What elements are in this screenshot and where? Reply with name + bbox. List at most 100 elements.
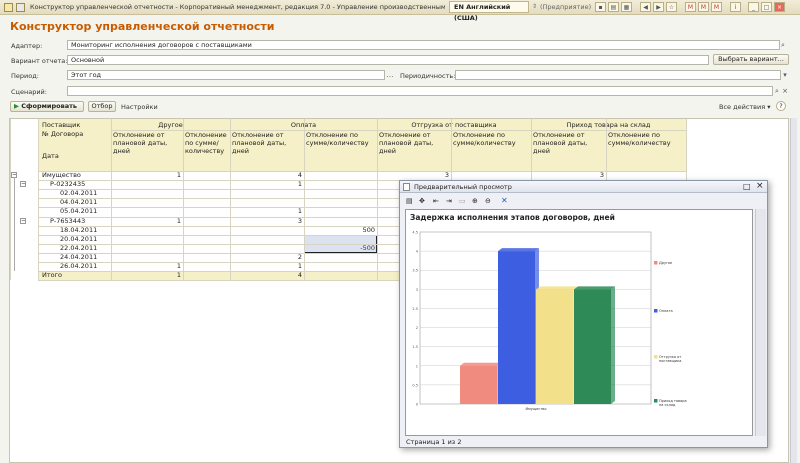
group-row-label: Р-0232435 bbox=[50, 180, 86, 189]
settings-link[interactable]: Настройки bbox=[121, 103, 158, 111]
updown-icon[interactable]: ⇕ bbox=[532, 3, 537, 10]
bar-top bbox=[498, 248, 539, 252]
bar-top bbox=[460, 362, 501, 366]
sub-header: Отклонение от плановой даты, дней bbox=[533, 131, 588, 155]
grid-line bbox=[111, 130, 686, 131]
table-cell: 1 bbox=[297, 180, 302, 189]
variant-label: Вариант отчета: bbox=[11, 57, 68, 65]
group-header: Отгрузка от поставщика bbox=[411, 121, 497, 129]
calendar-icon[interactable]: ▦ bbox=[621, 2, 632, 12]
scenario-clear-icon[interactable]: × bbox=[781, 87, 789, 95]
forward-icon[interactable]: ▶ bbox=[653, 2, 664, 12]
table-cell bbox=[304, 180, 377, 189]
table-cell bbox=[230, 244, 304, 253]
bar-1 bbox=[460, 365, 497, 404]
y-tick-label: 1 bbox=[416, 364, 418, 368]
info-icon[interactable]: i bbox=[730, 2, 741, 12]
app-icon bbox=[4, 3, 13, 12]
sub-header: Отклонение по сумме/количеству bbox=[453, 131, 516, 147]
table-cell bbox=[111, 253, 183, 262]
tree-line bbox=[14, 177, 15, 272]
period-label: Период: bbox=[11, 72, 39, 80]
table-cell bbox=[230, 235, 304, 244]
legend-label: поставщика bbox=[659, 359, 681, 363]
sub-header: Отклонение по сумме/количеству bbox=[306, 131, 369, 147]
period-select-icon[interactable]: … bbox=[386, 71, 394, 79]
preview-maximize-icon[interactable]: □ bbox=[743, 182, 751, 191]
language-indicator[interactable]: EN Английский (США) bbox=[449, 1, 529, 22]
table-cell bbox=[183, 262, 230, 271]
periodicity-field[interactable] bbox=[455, 70, 781, 80]
table-cell bbox=[304, 253, 377, 262]
filter-button[interactable]: Отбор bbox=[88, 101, 116, 112]
preview-close-icon[interactable]: × bbox=[756, 181, 764, 191]
total-cell: 1 bbox=[176, 271, 181, 280]
close-preview-icon[interactable]: ✕ bbox=[501, 196, 508, 205]
periodicity-dropdown-icon[interactable]: ▾ bbox=[781, 71, 789, 79]
table-cell bbox=[183, 171, 230, 180]
preview-titlebar[interactable]: Предварительный просмотр □ × bbox=[400, 181, 767, 193]
table-cell bbox=[304, 189, 377, 198]
period-field[interactable]: Этот год bbox=[67, 70, 385, 80]
adapter-search-icon[interactable]: ⌕ bbox=[779, 41, 787, 49]
page-first-icon[interactable]: ⇤ bbox=[433, 197, 439, 205]
minimize-icon[interactable]: _ bbox=[748, 2, 759, 12]
preview-toolbar: ▤ ✥ ⇤ ⇥ ▭ ⊕ ⊖ ✕ bbox=[400, 194, 767, 208]
table-cell: 1 bbox=[297, 262, 302, 270]
all-actions-menu[interactable]: Все действия ▾ bbox=[719, 103, 770, 111]
header-supplier: Поставщик bbox=[42, 121, 81, 129]
grid-line bbox=[38, 171, 686, 172]
move-icon[interactable]: ✥ bbox=[419, 197, 425, 205]
mem-minus-icon[interactable]: M bbox=[711, 2, 722, 12]
y-tick-label: 0 bbox=[416, 403, 418, 407]
group-row-label: Р-7653443 bbox=[50, 216, 86, 225]
back-icon[interactable]: ◀ bbox=[640, 2, 651, 12]
save-icon[interactable]: ▪ bbox=[595, 2, 606, 12]
legend-label: на склад bbox=[659, 403, 676, 407]
help-button[interactable]: ? bbox=[776, 101, 786, 111]
legend-swatch bbox=[654, 261, 658, 265]
maximize-icon[interactable]: □ bbox=[761, 2, 772, 12]
mem-icon[interactable]: M bbox=[685, 2, 696, 12]
grid-vertical-scrollbar[interactable] bbox=[790, 118, 797, 463]
scenario-label: Сценарий: bbox=[11, 88, 47, 96]
collapse-icon[interactable]: − bbox=[20, 181, 26, 188]
zoom-out-icon[interactable]: ⊖ bbox=[485, 197, 491, 205]
zoom-in-icon[interactable]: ⊕ bbox=[472, 197, 478, 205]
mem-plus-icon[interactable]: M bbox=[698, 2, 709, 12]
total-cell bbox=[304, 271, 377, 280]
adapter-field[interactable]: Мониторинг исполнения договоров с постав… bbox=[67, 40, 780, 50]
star-icon[interactable]: ☆ bbox=[666, 2, 677, 12]
close-icon[interactable]: × bbox=[774, 2, 785, 12]
scenario-field[interactable] bbox=[67, 86, 773, 96]
page-title: Конструктор управленческой отчетности bbox=[10, 20, 275, 33]
bar-side bbox=[611, 286, 615, 404]
sub-header: Отклонение по сумме/количеству bbox=[185, 131, 227, 155]
table-cell bbox=[304, 262, 377, 271]
adapter-label: Адаптер: bbox=[11, 42, 43, 50]
bar-4 bbox=[574, 289, 611, 404]
window-title: Конструктор управленческой отчетности - … bbox=[30, 3, 445, 11]
legend-label: Оплата bbox=[659, 309, 673, 313]
scenario-search-icon[interactable]: ⌕ bbox=[773, 87, 781, 95]
table-cell bbox=[183, 244, 230, 253]
print-icon[interactable]: ▤ bbox=[608, 2, 619, 12]
table-cell bbox=[183, 253, 230, 262]
variant-field[interactable]: Основной bbox=[67, 55, 709, 65]
table-cell bbox=[111, 226, 183, 235]
preview-window[interactable]: Предварительный просмотр □ × ▤ ✥ ⇤ ⇥ ▭ ⊕… bbox=[399, 180, 768, 448]
generate-button[interactable]: ▶ Сформировать bbox=[10, 101, 84, 112]
table-cell bbox=[111, 244, 183, 253]
table-cell: 4 bbox=[297, 171, 302, 179]
collapse-icon[interactable]: − bbox=[20, 217, 26, 224]
table-cell: 500 bbox=[362, 225, 375, 234]
choose-variant-button[interactable]: Выбрать вариант... bbox=[713, 54, 789, 65]
preview-vertical-scrollbar[interactable] bbox=[755, 209, 766, 436]
chart-title: Задержка исполнения этапов договоров, дн… bbox=[410, 213, 615, 222]
grid-line bbox=[10, 119, 11, 281]
print-icon[interactable]: ▤ bbox=[406, 197, 413, 205]
legend-swatch bbox=[654, 309, 658, 313]
table-cell bbox=[183, 198, 230, 207]
page-last-icon[interactable]: ⇥ bbox=[446, 197, 452, 205]
book-icon[interactable]: ▭ bbox=[459, 197, 466, 205]
